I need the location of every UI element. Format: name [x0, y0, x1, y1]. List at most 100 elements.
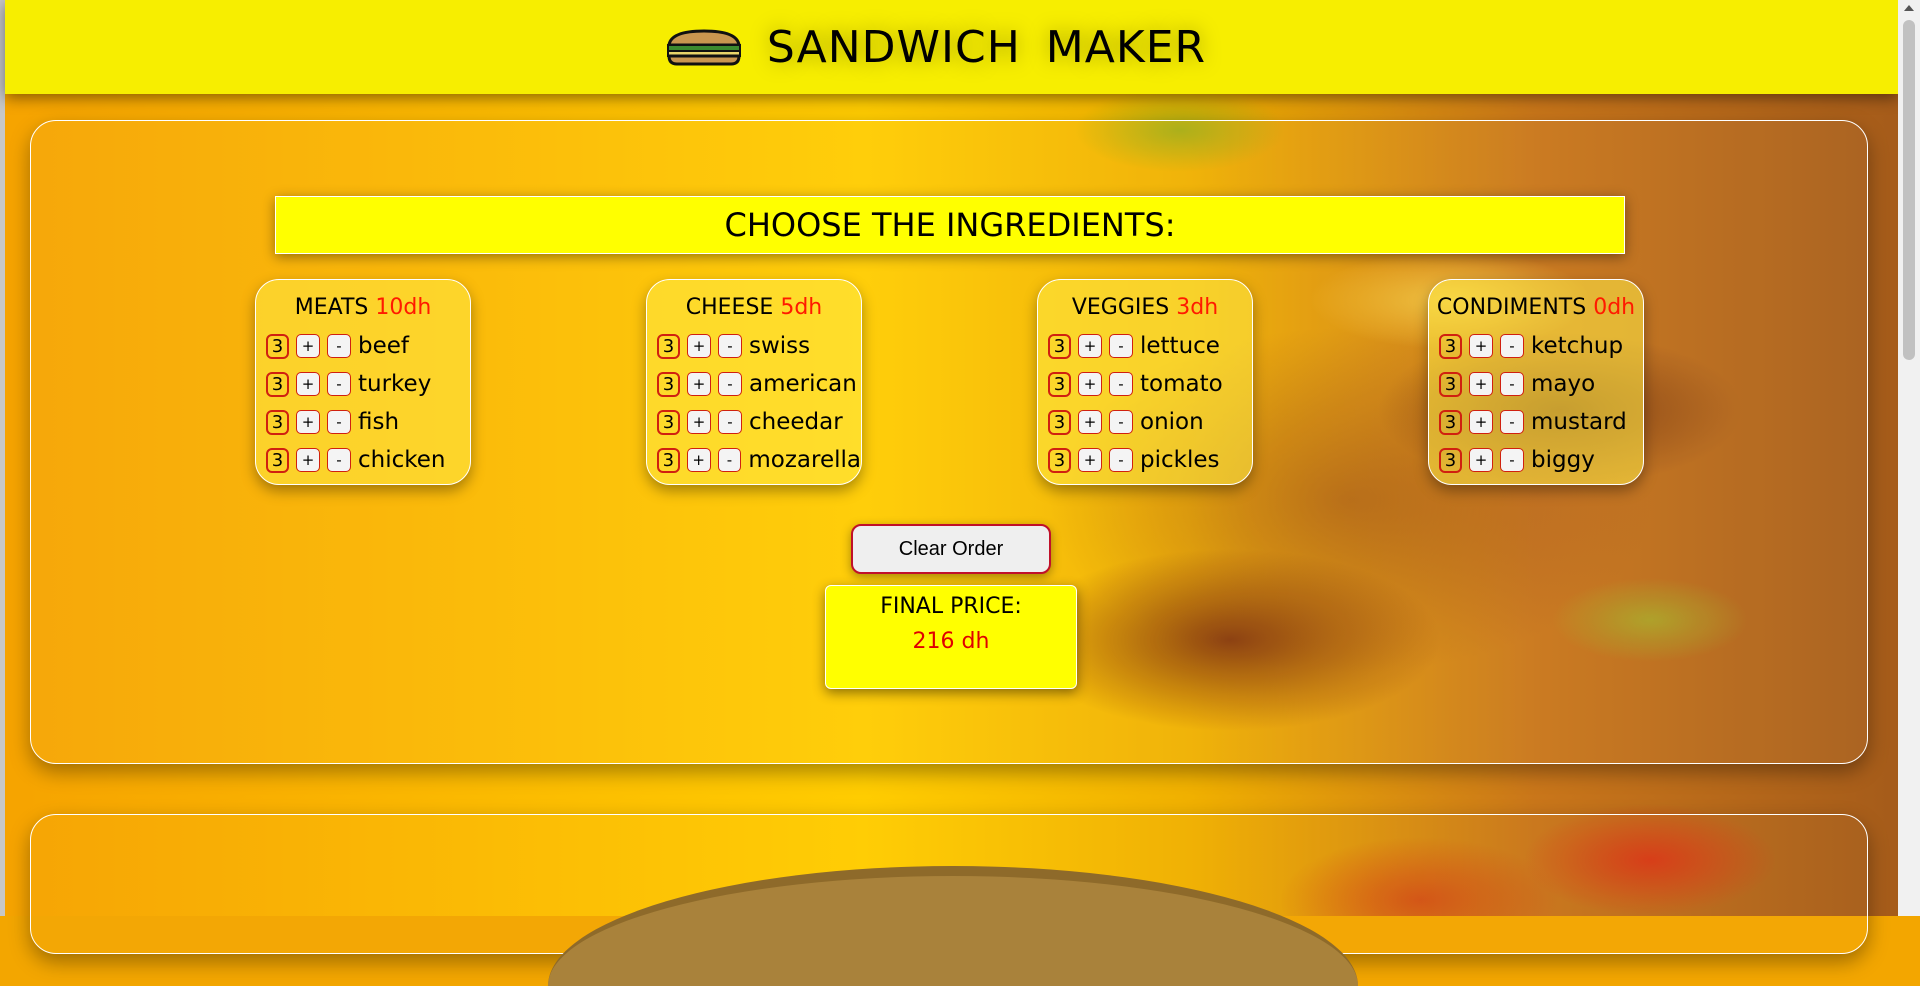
- ingredient-row: 3 + - turkey: [256, 365, 470, 403]
- decrement-button[interactable]: -: [1109, 334, 1133, 358]
- ingredient-label: swiss: [749, 333, 811, 359]
- increment-button[interactable]: +: [687, 410, 711, 434]
- decrement-button[interactable]: -: [718, 372, 742, 396]
- increment-button[interactable]: +: [1469, 334, 1493, 358]
- quantity-display: 3: [266, 371, 289, 397]
- ingredient-label: american: [749, 371, 857, 397]
- decrement-button[interactable]: -: [718, 334, 742, 358]
- decrement-button[interactable]: -: [1109, 410, 1133, 434]
- ingredient-row: 3 + - pickles: [1038, 441, 1252, 479]
- quantity-display: 3: [266, 447, 289, 473]
- ingredient-row: 3 + - mustard: [1429, 403, 1643, 441]
- category-title: VEGGIES 3dh: [1038, 295, 1252, 327]
- scrollbar-thumb[interactable]: [1903, 20, 1915, 360]
- clear-order-button[interactable]: Clear Order: [851, 524, 1051, 574]
- ingredient-label: turkey: [358, 371, 432, 397]
- category-price: 10dh: [375, 295, 432, 320]
- vertical-scrollbar[interactable]: [1898, 0, 1920, 916]
- ingredient-label: fish: [358, 409, 400, 435]
- category-card-meats: MEATS 10dh 3 + - beef 3 + - turkey 3 + -…: [255, 279, 471, 485]
- quantity-display: 3: [1439, 409, 1462, 435]
- decrement-button[interactable]: -: [1500, 372, 1524, 396]
- ingredient-row: 3 + - swiss: [647, 327, 861, 365]
- category-price: 3dh: [1176, 295, 1219, 320]
- ingredient-label: onion: [1140, 409, 1204, 435]
- decrement-button[interactable]: -: [327, 372, 351, 396]
- increment-button[interactable]: +: [686, 448, 711, 472]
- quantity-display: 3: [657, 447, 680, 473]
- ingredient-row: 3 + - cheedar: [647, 403, 861, 441]
- ingredient-row: 3 + - fish: [256, 403, 470, 441]
- quantity-display: 3: [1439, 447, 1462, 473]
- ingredient-row: 3 + - american: [647, 365, 861, 403]
- increment-button[interactable]: +: [1469, 410, 1493, 434]
- increment-button[interactable]: +: [296, 372, 320, 396]
- increment-button[interactable]: +: [1078, 372, 1102, 396]
- increment-button[interactable]: +: [1078, 448, 1102, 472]
- quantity-display: 3: [1048, 409, 1071, 435]
- ingredient-row: 3 + - beef: [256, 327, 470, 365]
- app-header: SANDWICH MAKER: [5, 0, 1898, 94]
- app-logo: SANDWICH MAKER: [665, 22, 1206, 73]
- app-title: SANDWICH MAKER: [766, 21, 1207, 73]
- increment-button[interactable]: +: [1078, 410, 1102, 434]
- category-card-veggies: VEGGIES 3dh 3 + - lettuce 3 + - tomato 3…: [1037, 279, 1253, 485]
- increment-button[interactable]: +: [687, 334, 711, 358]
- category-name: VEGGIES: [1071, 295, 1170, 320]
- category-price: 5dh: [780, 295, 823, 320]
- quantity-display: 3: [657, 409, 680, 435]
- category-title: CONDIMENTS 0dh: [1429, 295, 1643, 327]
- category-name: CHEESE: [685, 295, 774, 320]
- category-name: MEATS: [294, 295, 369, 320]
- ingredient-label: mayo: [1531, 371, 1596, 397]
- increment-button[interactable]: +: [1469, 448, 1493, 472]
- decrement-button[interactable]: -: [1109, 448, 1133, 472]
- ingredient-label: ketchup: [1531, 333, 1624, 359]
- final-price-value: 216 dh: [912, 629, 990, 654]
- category-card-condiments: CONDIMENTS 0dh 3 + - ketchup 3 + - mayo …: [1428, 279, 1644, 485]
- increment-button[interactable]: +: [296, 410, 320, 434]
- decrement-button[interactable]: -: [327, 448, 351, 472]
- decrement-button[interactable]: -: [717, 448, 742, 472]
- decrement-button[interactable]: -: [718, 410, 742, 434]
- window-edge: [0, 0, 5, 916]
- quantity-display: 3: [1048, 447, 1071, 473]
- decrement-button[interactable]: -: [327, 410, 351, 434]
- final-price-box: FINAL PRICE: 216 dh: [825, 585, 1077, 689]
- quantity-display: 3: [657, 371, 680, 397]
- ingredient-label: lettuce: [1140, 333, 1220, 359]
- ingredient-row: 3 + - tomato: [1038, 365, 1252, 403]
- increment-button[interactable]: +: [296, 334, 320, 358]
- decrement-button[interactable]: -: [1109, 372, 1133, 396]
- final-price-label: FINAL PRICE:: [880, 594, 1022, 619]
- ingredient-label: biggy: [1531, 447, 1595, 473]
- quantity-display: 3: [1439, 333, 1462, 359]
- ingredient-row: 3 + - ketchup: [1429, 327, 1643, 365]
- category-name: CONDIMENTS: [1436, 295, 1587, 320]
- ingredients-heading: CHOOSE THE INGREDIENTS:: [275, 196, 1625, 254]
- decrement-button[interactable]: -: [1500, 448, 1524, 472]
- ingredient-label: chicken: [358, 447, 446, 473]
- decrement-button[interactable]: -: [327, 334, 351, 358]
- category-card-cheese: CHEESE 5dh 3 + - swiss 3 + - american 3 …: [646, 279, 862, 485]
- ingredient-row: 3 + - mayo: [1429, 365, 1643, 403]
- ingredient-label: mustard: [1531, 409, 1627, 435]
- increment-button[interactable]: +: [296, 448, 320, 472]
- ingredient-label: tomato: [1140, 371, 1223, 397]
- category-price: 0dh: [1593, 295, 1636, 320]
- category-title: CHEESE 5dh: [647, 295, 861, 327]
- quantity-display: 3: [1048, 333, 1071, 359]
- ingredient-label: cheedar: [749, 409, 843, 435]
- scroll-up-arrow-icon[interactable]: [1904, 5, 1914, 11]
- ingredient-row: 3 + - mozarella: [647, 441, 861, 479]
- increment-button[interactable]: +: [1469, 372, 1493, 396]
- ingredient-row: 3 + - onion: [1038, 403, 1252, 441]
- decrement-button[interactable]: -: [1500, 334, 1524, 358]
- quantity-display: 3: [1048, 371, 1071, 397]
- sandwich-icon: [666, 29, 741, 66]
- increment-button[interactable]: +: [687, 372, 711, 396]
- ingredient-label: pickles: [1140, 447, 1220, 473]
- decrement-button[interactable]: -: [1500, 410, 1524, 434]
- quantity-display: 3: [266, 333, 289, 359]
- increment-button[interactable]: +: [1078, 334, 1102, 358]
